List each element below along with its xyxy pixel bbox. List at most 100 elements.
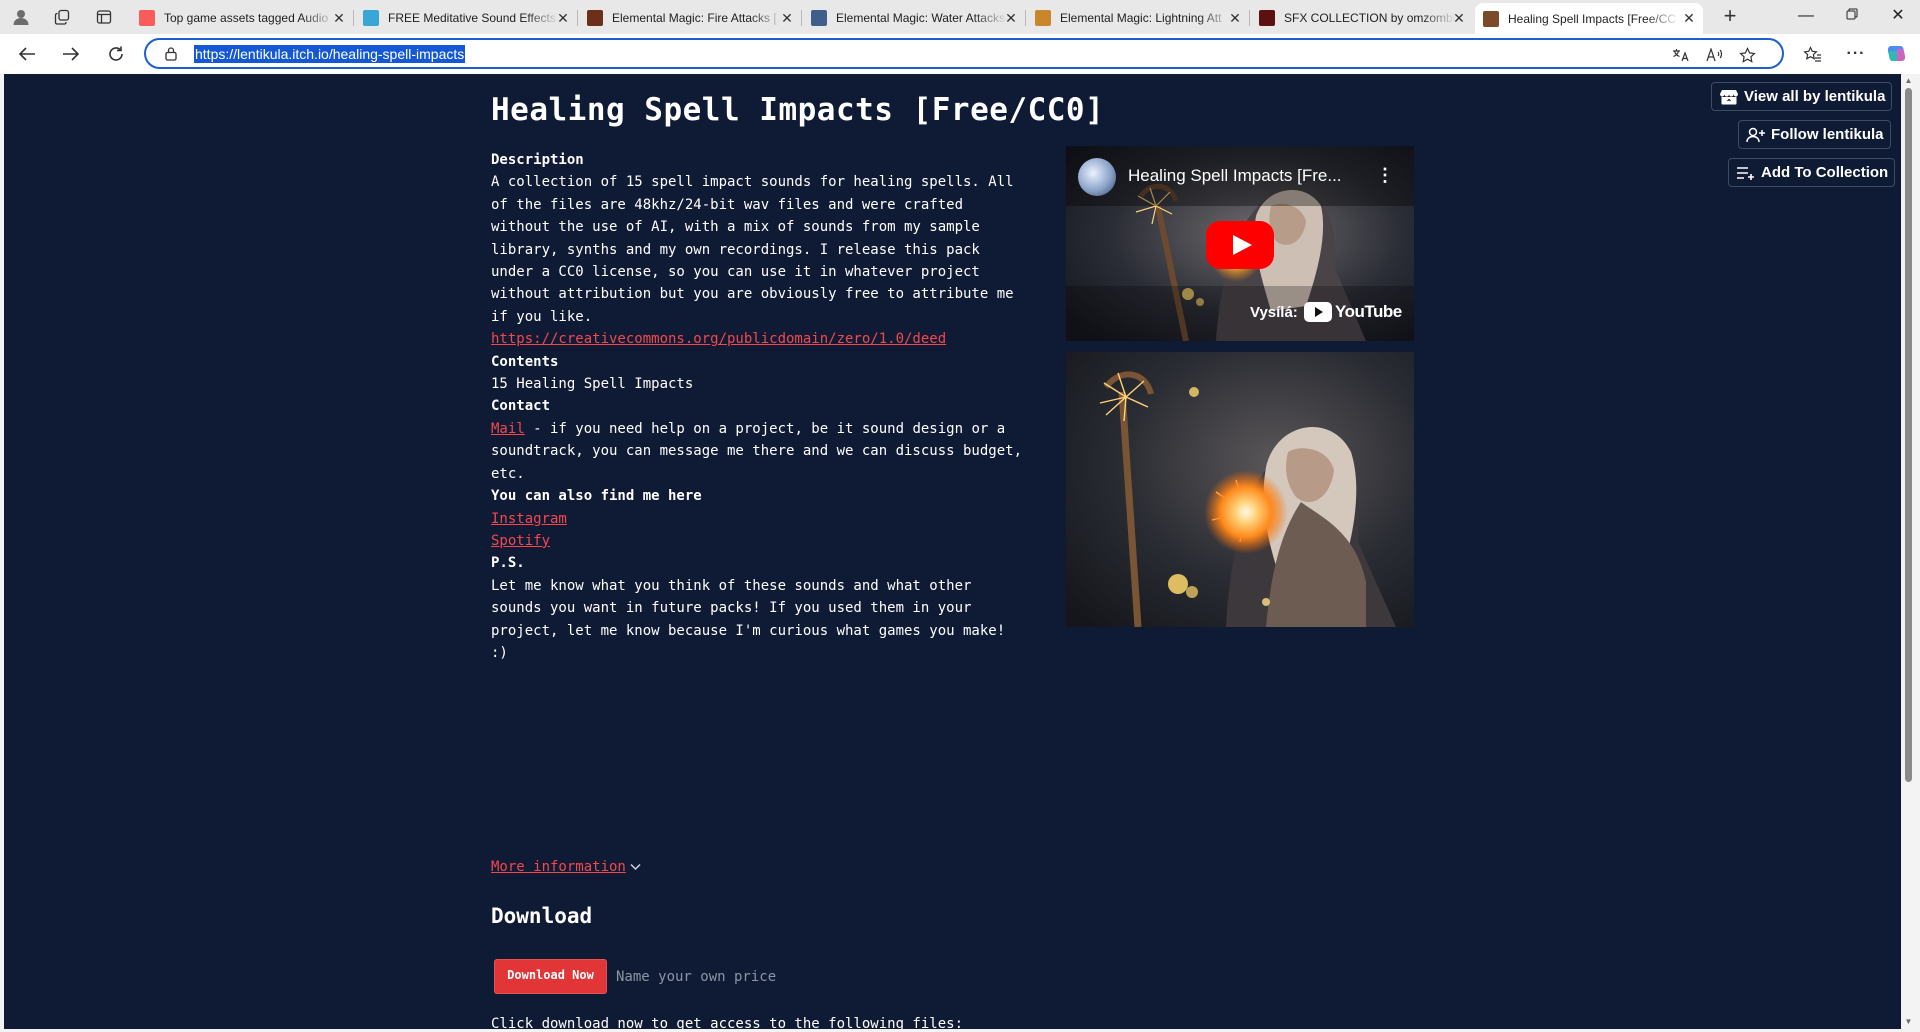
close-tab-icon[interactable]: ✕ — [1227, 10, 1243, 26]
price-text: Name your own price — [616, 969, 777, 985]
scrollbar-thumb[interactable] — [1905, 88, 1912, 782]
description-line: if you like. — [491, 308, 593, 325]
channel-avatar[interactable] — [1078, 158, 1116, 196]
close-tab-icon[interactable]: ✕ — [779, 10, 795, 26]
tab-2[interactable]: Elemental Magic: Fire Attacks [ ✕ — [579, 3, 801, 33]
tab-separator — [801, 10, 802, 26]
page-favicon-icon — [811, 10, 827, 26]
page-title: Healing Spell Impacts [Free/CC0] — [491, 92, 1105, 128]
contact-line: soundtrack, you can message me there and… — [491, 443, 1023, 460]
instagram-link[interactable]: Instagram — [491, 511, 567, 527]
chevron-down-icon — [630, 859, 641, 875]
view-all-by-author-button[interactable]: View all by lentikula — [1711, 82, 1893, 111]
tab-title: SFX COLLECTION by omzombie — [1284, 11, 1456, 25]
close-tab-icon[interactable]: ✕ — [1681, 10, 1697, 26]
tab-separator — [353, 10, 354, 26]
tab-title: Elemental Magic: Water Attacks — [836, 11, 1005, 25]
youtube-play-icon — [1304, 302, 1332, 322]
page-favicon-icon — [363, 10, 379, 26]
youtube-logo[interactable]: YouTube — [1304, 302, 1402, 322]
close-tab-icon[interactable]: ✕ — [555, 10, 571, 26]
add-to-collection-label: Add To Collection — [1761, 164, 1889, 181]
more-information-toggle[interactable]: More information — [491, 859, 641, 875]
streaming-label: Vysílá: — [1250, 304, 1298, 321]
contents-text: 15 Healing Spell Impacts — [491, 376, 694, 393]
view-all-label: View all by lentikula — [1744, 88, 1886, 105]
add-to-list-icon — [1735, 164, 1757, 182]
profile-icon[interactable] — [8, 5, 34, 29]
follow-user-icon — [1745, 126, 1767, 144]
close-window-button[interactable]: ✕ — [1875, 4, 1920, 30]
tab-separator — [1025, 10, 1026, 26]
cc0-license-link[interactable]: https://creativecommons.org/publicdomain… — [491, 331, 946, 347]
itch-logo-icon — [1718, 88, 1740, 106]
close-tab-icon[interactable]: ✕ — [1003, 10, 1019, 26]
copilot-icon[interactable] — [1885, 43, 1909, 65]
description-line: under a CC0 license, so you can use it i… — [491, 264, 980, 281]
minimize-button[interactable]: — — [1783, 4, 1829, 30]
refresh-button[interactable] — [102, 41, 130, 67]
new-tab-button[interactable]: + — [1716, 4, 1744, 30]
contents-heading: Contents — [491, 353, 559, 370]
description-line: A collection of 15 spell impact sounds f… — [491, 174, 1014, 191]
follow-label: Follow lentikula — [1771, 126, 1884, 143]
site-info-lock-icon[interactable] — [164, 46, 178, 66]
page-favicon-icon — [1483, 10, 1499, 27]
description-line: of the files are 48khz/24-bit wav files … — [491, 196, 964, 213]
address-bar-row: https://lentikula.itch.io/healing-spell-… — [0, 34, 1920, 74]
contact-line: etc. — [491, 465, 525, 482]
favorite-star-icon[interactable] — [1736, 46, 1758, 64]
tab-title: Elemental Magic: Fire Attacks [ — [612, 11, 777, 25]
play-button[interactable] — [1206, 221, 1274, 269]
itch-favicon-icon — [139, 10, 155, 26]
contact-line: - if you need help on a project, be it s… — [524, 420, 1006, 437]
description-heading: Description — [491, 152, 584, 168]
youtube-video-embed[interactable]: Healing Spell Impacts [Fre... ⋮ Vysílá: … — [1066, 146, 1414, 341]
tab-6-active[interactable]: Healing Spell Impacts [Free/CC ✕ — [1475, 3, 1703, 34]
page-favicon-icon — [1035, 10, 1051, 26]
scroll-up-arrow-icon[interactable]: ▲ — [1903, 76, 1914, 86]
more-options-icon[interactable]: ··· — [1844, 43, 1868, 65]
tab-0[interactable]: Top game assets tagged Audio ✕ — [131, 3, 353, 33]
more-information-label: More information — [491, 859, 626, 875]
tab-title: Elemental Magic: Lightning Att — [1060, 11, 1222, 25]
restore-button[interactable] — [1829, 4, 1875, 30]
tab-actions-icon[interactable] — [91, 5, 117, 29]
workspaces-icon[interactable] — [49, 5, 75, 29]
tab-separator — [577, 10, 578, 26]
youtube-wordmark: YouTube — [1335, 302, 1402, 321]
back-button[interactable] — [13, 41, 41, 67]
description-line: library, synths and my own recordings. I… — [491, 241, 980, 258]
spotify-link[interactable]: Spotify — [491, 533, 550, 549]
url-text[interactable]: https://lentikula.itch.io/healing-spell-… — [194, 45, 466, 63]
translate-icon[interactable] — [1670, 46, 1692, 64]
read-aloud-icon[interactable] — [1704, 46, 1726, 64]
sorceress-photo — [1066, 352, 1414, 627]
page-scrollbar[interactable]: ▲ ▼ — [1901, 74, 1916, 1029]
close-tab-icon[interactable]: ✕ — [1451, 10, 1467, 26]
forward-button[interactable] — [57, 41, 85, 67]
follow-button[interactable]: Follow lentikula — [1738, 120, 1891, 149]
tab-title: FREE Meditative Sound Effects — [388, 11, 556, 25]
page-viewport: Healing Spell Impacts [Free/CC0] Descrip… — [4, 74, 1901, 1029]
video-menu-icon[interactable]: ⋮ — [1376, 166, 1394, 184]
tab-4[interactable]: Elemental Magic: Lightning Att ✕ — [1027, 3, 1249, 33]
video-title[interactable]: Healing Spell Impacts [Fre... — [1128, 166, 1342, 186]
tab-title: Healing Spell Impacts [Free/CC — [1508, 11, 1677, 26]
favorites-icon[interactable] — [1800, 43, 1824, 65]
add-to-collection-button[interactable]: Add To Collection — [1728, 158, 1896, 187]
download-now-button[interactable]: Download Now — [494, 959, 607, 994]
tab-5[interactable]: SFX COLLECTION by omzombie ✕ — [1251, 3, 1473, 33]
contact-heading: Contact — [491, 398, 551, 415]
screenshot-image[interactable] — [1066, 352, 1414, 627]
close-tab-icon[interactable]: ✕ — [331, 10, 347, 26]
mail-link[interactable]: Mail — [491, 421, 525, 437]
ps-line: Let me know what you think of these soun… — [491, 577, 972, 594]
description-line: without the use of AI, with a mix of sou… — [491, 219, 980, 236]
address-input[interactable]: https://lentikula.itch.io/healing-spell-… — [144, 38, 1784, 69]
scroll-down-arrow-icon[interactable]: ▼ — [1903, 1017, 1914, 1027]
tab-1[interactable]: FREE Meditative Sound Effects ✕ — [355, 3, 577, 33]
game-description: Description A collection of 15 spell imp… — [491, 149, 1051, 664]
ps-line: :) — [491, 644, 508, 661]
tab-3[interactable]: Elemental Magic: Water Attacks ✕ — [803, 3, 1025, 33]
